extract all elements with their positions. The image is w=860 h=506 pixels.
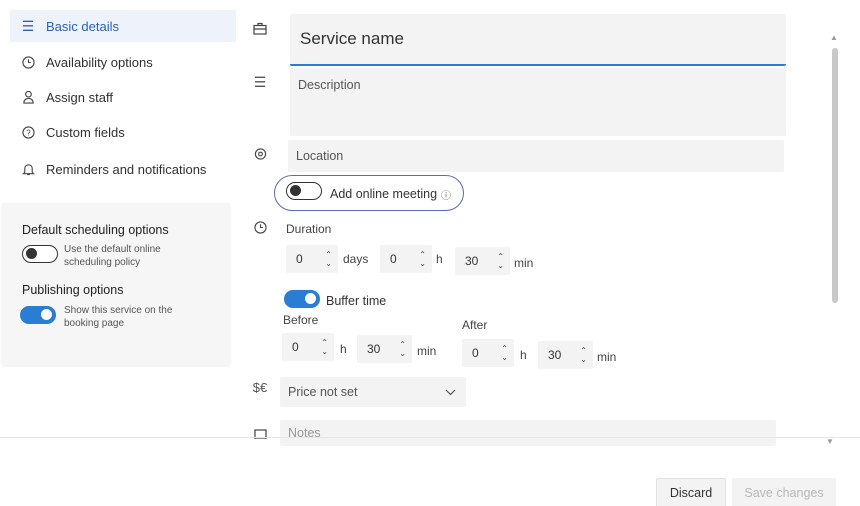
chevron-down-icon — [445, 385, 456, 399]
location-input[interactable]: Location — [288, 140, 784, 172]
publishing-toggle[interactable] — [20, 306, 56, 324]
duration-days-stepper[interactable]: 0 ⌃ ⌄ — [286, 245, 338, 273]
scroll-down-arrow-icon[interactable]: ▼ — [826, 437, 834, 446]
before-hours-value: 0 — [292, 340, 299, 354]
nav-item-label: Custom fields — [46, 124, 125, 140]
default-scheduling-desc: Use the default online scheduling policy — [64, 244, 161, 268]
publishing-heading: Publishing options — [22, 283, 124, 297]
bell-icon — [18, 162, 38, 176]
nav-item-custom-fields[interactable]: ? Custom fields — [10, 116, 236, 148]
before-min-value: 30 — [367, 342, 381, 356]
scroll-up-arrow-icon[interactable]: ▲ — [830, 33, 838, 42]
nav-item-label: Basic details — [46, 18, 119, 34]
stepper-arrows-icon[interactable]: ⌃ ⌄ — [399, 340, 406, 358]
clock-icon — [18, 55, 38, 69]
before-min-stepper[interactable]: 30 ⌃ ⌄ — [357, 335, 412, 363]
online-meeting-toggle[interactable] — [286, 182, 322, 200]
duration-min-unit: min — [514, 256, 534, 270]
nav-item-basic-details[interactable]: ☰ Basic details — [10, 10, 236, 42]
after-hours-unit: h — [520, 348, 527, 362]
before-min-unit: min — [417, 344, 437, 358]
nav-item-label: Availability options — [46, 54, 153, 70]
person-icon — [18, 90, 38, 104]
buffer-time-label: Buffer time — [326, 294, 387, 308]
stepper-arrows-icon[interactable]: ⌃ ⌄ — [580, 346, 587, 364]
briefcase-icon — [250, 22, 270, 38]
notes-icon — [250, 426, 270, 442]
after-min-value: 30 — [548, 348, 562, 362]
duration-min-stepper[interactable]: 30 ⌃ ⌄ — [455, 247, 510, 275]
info-icon[interactable]: ⓘ — [441, 187, 451, 202]
online-meeting-label: Add online meeting — [330, 187, 438, 201]
before-hours-unit: h — [340, 342, 347, 356]
description-input[interactable]: Description — [290, 68, 786, 136]
nav-item-availability-options[interactable]: Availability options — [10, 46, 236, 78]
notes-input[interactable]: Notes — [280, 420, 776, 446]
question-icon: ? — [18, 125, 38, 139]
duration-hours-stepper[interactable]: 0 ⌃ ⌄ — [380, 245, 432, 273]
stepper-arrows-icon[interactable]: ⌃ ⌄ — [501, 344, 508, 362]
duration-hours-unit: h — [436, 252, 443, 266]
nav-item-reminders[interactable]: Reminders and notifications — [10, 153, 236, 185]
nav-item-assign-staff[interactable]: Assign staff — [10, 81, 236, 113]
before-label: Before — [283, 313, 319, 327]
duration-label: Duration — [286, 222, 332, 236]
price-currency-icon: $€ — [252, 380, 268, 395]
after-hours-value: 0 — [472, 346, 479, 360]
duration-days-value: 0 — [296, 252, 303, 266]
clock-icon — [250, 221, 270, 237]
save-changes-button[interactable]: Save changes — [732, 478, 836, 506]
svg-text:?: ? — [26, 128, 31, 137]
after-min-stepper[interactable]: 30 ⌃ ⌄ — [538, 341, 593, 369]
default-scheduling-toggle[interactable] — [22, 245, 58, 263]
stepper-arrows-icon[interactable]: ⌃ ⌄ — [497, 252, 504, 270]
after-hours-stepper[interactable]: 0 ⌃ ⌄ — [462, 339, 514, 367]
after-label: After — [462, 318, 488, 332]
nav-item-label: Assign staff — [46, 89, 113, 105]
discard-button[interactable]: Discard — [656, 478, 726, 506]
duration-hours-value: 0 — [390, 252, 397, 266]
footer-divider — [0, 437, 860, 438]
duration-min-value: 30 — [465, 254, 479, 268]
buffer-time-toggle[interactable] — [284, 290, 320, 308]
stepper-arrows-icon[interactable]: ⌃ ⌄ — [321, 338, 328, 356]
stepper-arrows-icon[interactable]: ⌃ ⌄ — [419, 250, 426, 268]
scheduling-options-panel: Default scheduling options Use the defau… — [2, 203, 230, 365]
publishing-desc: Show this service on the booking page — [64, 305, 173, 329]
location-pin-icon — [250, 147, 270, 164]
after-min-unit: min — [597, 350, 617, 364]
before-hours-stepper[interactable]: 0 ⌃ ⌄ — [282, 333, 334, 361]
nav-item-label: Reminders and notifications — [46, 161, 207, 177]
vertical-scrollbar[interactable] — [832, 48, 838, 303]
default-scheduling-heading: Default scheduling options — [22, 223, 169, 237]
price-value: Price not set — [288, 385, 358, 399]
service-name-input[interactable]: Service name — [290, 14, 786, 66]
description-icon: ☰ — [253, 74, 267, 90]
list-icon: ☰ — [21, 17, 35, 34]
duration-days-unit: days — [343, 252, 369, 266]
stepper-arrows-icon[interactable]: ⌃ ⌄ — [325, 250, 332, 268]
price-dropdown[interactable]: Price not set — [280, 377, 466, 407]
